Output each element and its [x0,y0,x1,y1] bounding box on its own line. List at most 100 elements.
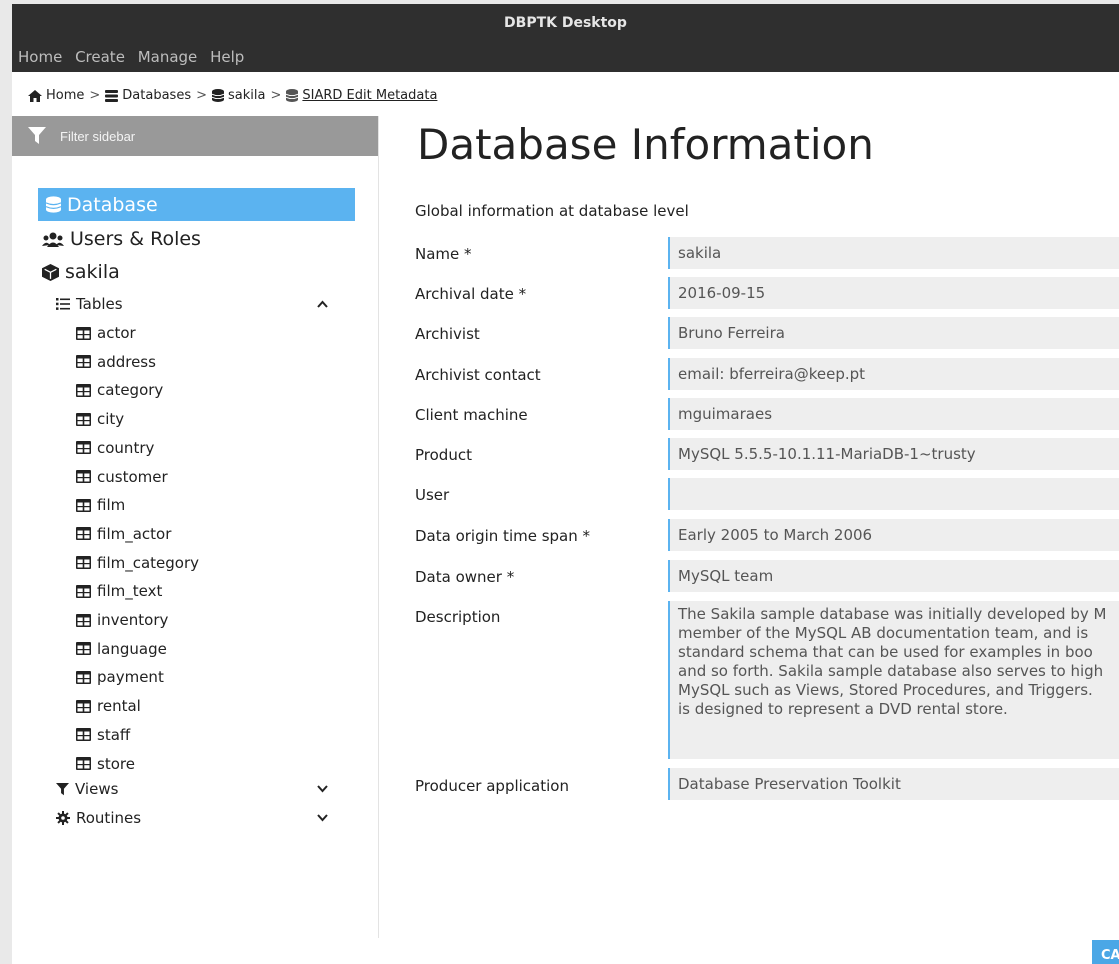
description-label: Description [415,608,501,626]
sidebar-item-table[interactable]: film_text [76,582,162,600]
table-name: language [97,639,167,658]
table-name: film_actor [97,524,172,543]
sidebar-item-table[interactable]: address [76,353,156,371]
field-input[interactable]: MySQL team [668,560,1119,592]
menu-bar: Home Create Manage Help [12,44,1119,72]
field-input[interactable]: 2016-09-15 [668,277,1119,309]
breadcrumb-current[interactable]: SIARD Edit Metadata [286,88,437,103]
table-icon [76,699,91,713]
menu-home[interactable]: Home [18,48,62,66]
table-name: country [97,438,155,457]
sidebar-item-table[interactable]: country [76,439,154,457]
table-name: inventory [97,611,169,629]
cube-icon [42,263,59,281]
field-input[interactable]: Early 2005 to March 2006 [668,519,1119,551]
table-name: payment [97,668,164,687]
filter-icon [28,127,46,144]
field-label: Name * [415,245,472,263]
sidebar-item-table[interactable]: film_actor [76,525,171,543]
sidebar-item-table[interactable]: film [76,496,125,514]
sidebar-item-routines[interactable]: Routines [56,809,346,827]
field-input[interactable]: sakila [668,237,1119,269]
table-name: film [97,496,126,515]
description-textarea[interactable]: The Sakila sample database was initially… [668,601,1119,759]
producer-application-field[interactable]: Database Preservation Toolkit [668,768,1119,800]
table-name: address [97,352,156,371]
home-icon [28,89,42,102]
table-icon [76,383,91,397]
sidebar-item-table[interactable]: category [76,381,163,399]
sidebar-item-label: Tables [76,295,123,313]
breadcrumb-databases[interactable]: Databases [105,88,191,103]
sidebar-item-database[interactable]: Database [38,188,355,221]
field-label: Archival date * [415,285,527,303]
table-name: actor [97,324,136,342]
table-icon [76,355,91,369]
page-title: Database Information [417,120,874,169]
sidebar-item-table[interactable]: film_category [76,554,199,572]
table-icon [76,470,91,483]
sidebar-item-table[interactable]: payment [76,668,164,686]
field-input[interactable] [668,478,1119,510]
menu-help[interactable]: Help [210,48,244,66]
breadcrumb: Home > Databases > sakila > SIARD Edit M… [28,88,437,103]
sidebar-item-table[interactable]: staff [76,726,130,744]
table-name: store [97,754,135,773]
field-input[interactable]: mguimaraes [668,398,1119,430]
sidebar-filter [12,116,378,156]
sidebar-item-table[interactable]: customer [76,468,168,486]
chevron-right-icon: > [89,88,101,103]
table-icon [76,757,91,770]
sidebar-item-label: Routines [76,809,142,827]
chevron-down-icon[interactable] [317,785,328,793]
sidebar-item-table[interactable]: rental [76,697,141,715]
page-subtitle: Global information at database level [415,202,689,220]
chevron-up-icon[interactable] [317,300,328,308]
field-label: Data owner * [415,568,515,586]
table-name: film_text [97,582,163,601]
sidebar-item-label: Views [75,780,119,798]
sidebar-item-tables[interactable]: Tables [56,295,346,313]
table-icon [76,326,91,340]
menu-create[interactable]: Create [75,48,125,66]
menu-manage[interactable]: Manage [138,48,198,66]
field-label: Client machine [415,406,528,424]
sidebar-item-table[interactable]: actor [76,324,136,342]
producer-application-label: Producer application [415,777,569,795]
cancel-button[interactable]: CA [1092,940,1119,964]
chevron-down-icon[interactable] [317,814,328,822]
table-name: staff [97,725,131,744]
app-window: DBPTK Desktop Home Create Manage Help Ho… [12,4,1119,964]
field-input[interactable]: Bruno Ferreira [668,317,1119,349]
table-name: customer [97,467,168,486]
sidebar-item-table[interactable]: language [76,640,167,658]
sidebar-item-views[interactable]: Views [56,780,346,798]
sidebar-item-schema[interactable]: sakila [42,261,120,283]
table-icon [76,412,91,426]
breadcrumb-sakila[interactable]: sakila [212,88,265,103]
field-input[interactable]: MySQL 5.5.5-10.1.11-MariaDB-1~trusty [668,438,1119,470]
window-title: DBPTK Desktop [504,15,627,31]
field-label: User [415,486,450,504]
sidebar-item-table[interactable]: city [76,410,124,428]
field-input[interactable]: email: bferreira@keep.pt [668,358,1119,390]
chevron-right-icon: > [270,88,282,103]
filter-sidebar-input[interactable] [60,128,350,144]
table-icon [76,584,91,598]
sidebar-item-users-roles[interactable]: Users & Roles [42,228,201,250]
table-icon [76,642,91,656]
table-icon [76,670,91,684]
table-name: film_category [97,553,200,572]
database-icon [286,89,299,102]
table-icon [76,613,91,627]
breadcrumb-home[interactable]: Home [28,88,84,103]
table-name: rental [97,697,141,716]
field-label: Archivist [415,325,480,343]
table-icon [76,498,91,512]
sidebar-item-table[interactable]: inventory [76,611,168,629]
sidebar: Database Users & Roles sakila Tables act… [12,116,379,938]
database-icon [46,196,61,213]
field-label: Product [415,446,472,464]
server-icon [105,89,119,102]
sidebar-item-table[interactable]: store [76,755,135,773]
